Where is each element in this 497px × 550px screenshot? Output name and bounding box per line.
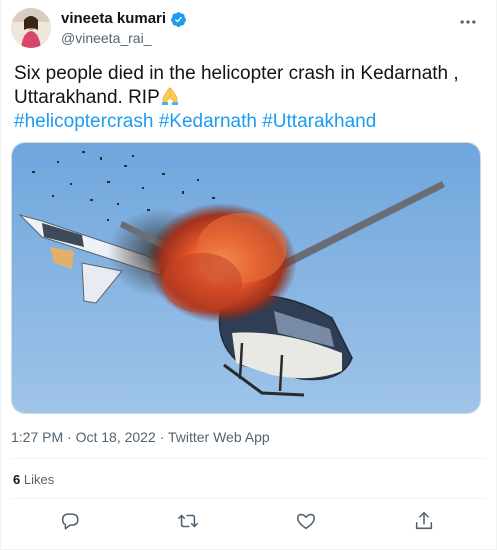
- hashtag-link[interactable]: #Kedarnath: [159, 111, 257, 132]
- tweet-text-line-2-text: Uttarakhand. RIP: [14, 87, 160, 108]
- tweet-actions-bar: [11, 506, 486, 536]
- hashtag-link[interactable]: #Uttarakhand: [262, 111, 376, 132]
- author-handle[interactable]: @vineeta_rai_: [61, 29, 187, 47]
- tweet-date[interactable]: Oct 18, 2022: [76, 429, 156, 445]
- tweet-card: vineeta kumari @vineeta_rai_ Six people …: [0, 0, 497, 550]
- tweet-meta: 1:27 PM · Oct 18, 2022 · Twitter Web App: [11, 428, 270, 446]
- avatar[interactable]: [11, 8, 51, 48]
- tweet-time[interactable]: 1:27 PM: [11, 429, 63, 445]
- likes-label: Likes: [23, 472, 55, 487]
- hashtag-link[interactable]: #helicoptercrash: [14, 111, 153, 132]
- reply-icon[interactable]: [59, 510, 81, 532]
- tweet-text-line-2: Uttarakhand. RIP: [14, 86, 489, 110]
- avatar-image: [11, 8, 51, 48]
- author-block: vineeta kumari @vineeta_rai_: [61, 10, 187, 47]
- divider: [11, 498, 486, 499]
- verified-badge-icon: [171, 11, 186, 27]
- like-heart-icon[interactable]: [295, 510, 317, 532]
- likes-stat[interactable]: 6 Likes: [13, 472, 54, 488]
- tweet-source[interactable]: Twitter Web App: [168, 429, 270, 445]
- meta-separator: ·: [159, 429, 165, 445]
- more-options-icon[interactable]: [458, 12, 478, 32]
- retweet-icon[interactable]: [177, 510, 199, 532]
- folded-hands-emoji: [161, 87, 178, 105]
- meta-separator: ·: [67, 429, 72, 445]
- tweet-hashtags: #helicoptercrash #Kedarnath #Uttarakhand: [14, 110, 489, 134]
- helicopter-crash-photo: [12, 143, 480, 413]
- divider: [11, 458, 486, 459]
- tweet-text: Six people died in the helicopter crash …: [14, 62, 489, 134]
- tweet-text-line-1: Six people died in the helicopter crash …: [14, 63, 459, 84]
- tweet-media-photo[interactable]: [11, 142, 481, 414]
- share-icon[interactable]: [413, 510, 435, 532]
- likes-count: 6: [13, 472, 21, 487]
- tweet-header: vineeta kumari @vineeta_rai_: [11, 8, 486, 50]
- author-display-name[interactable]: vineeta kumari: [61, 10, 166, 28]
